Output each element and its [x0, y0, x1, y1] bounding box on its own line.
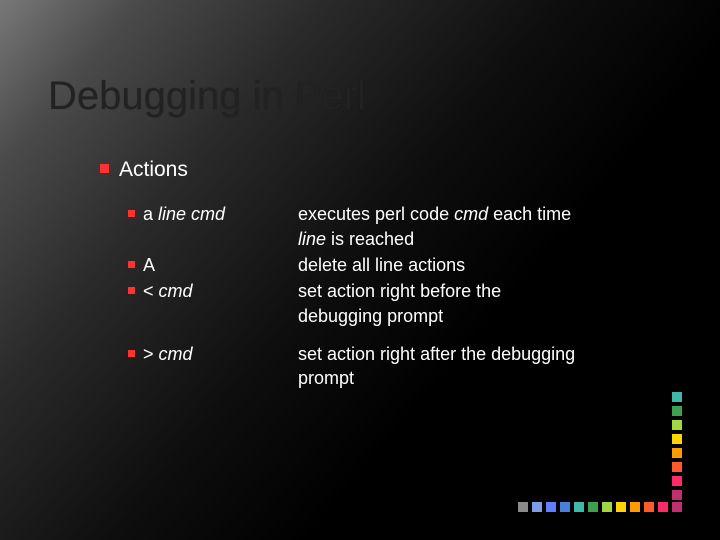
color-square-icon — [630, 502, 640, 512]
cmd-prefix: > — [143, 344, 159, 364]
command-text: a line cmd — [143, 202, 225, 226]
list-item: < cmd set action right before the debugg… — [128, 279, 588, 328]
cmd-prefix: < — [143, 281, 159, 301]
color-square-icon — [672, 420, 682, 430]
cmd-args: cmd — [159, 281, 193, 301]
command-list: a line cmd executes perl code cmd each t… — [128, 202, 588, 390]
color-square-icon — [658, 502, 668, 512]
color-square-icon — [672, 434, 682, 444]
color-square-icon — [560, 502, 570, 512]
color-square-icon — [672, 462, 682, 472]
command-description: delete all line actions — [298, 253, 465, 277]
command-description: set action right before the debugging pr… — [298, 279, 588, 328]
command-text: A — [143, 253, 155, 277]
color-square-icon — [588, 502, 598, 512]
list-item: > cmd set action right after the debuggi… — [128, 342, 588, 391]
color-square-icon — [546, 502, 556, 512]
decorative-squares-vertical — [672, 392, 682, 500]
color-square-icon — [672, 448, 682, 458]
section-actions: Actions — [100, 156, 588, 184]
slide-content: Actions a line cmd executes perl code cm… — [100, 156, 588, 392]
color-square-icon — [602, 502, 612, 512]
command-description: set action right after the debugging pro… — [298, 342, 588, 391]
bullet-icon — [128, 261, 135, 268]
color-square-icon — [532, 502, 542, 512]
bullet-icon — [128, 210, 135, 217]
cmd-prefix: a — [143, 204, 158, 224]
slide-title: Debugging in Perl — [48, 74, 366, 119]
color-square-icon — [644, 502, 654, 512]
bullet-icon — [128, 350, 135, 357]
color-square-icon — [518, 502, 528, 512]
list-item: A delete all line actions — [128, 253, 588, 277]
command-text: > cmd — [143, 342, 193, 366]
color-square-icon — [672, 406, 682, 416]
color-square-icon — [672, 502, 682, 512]
decorative-squares-horizontal — [518, 502, 682, 512]
command-text: < cmd — [143, 279, 193, 303]
list-item: a line cmd executes perl code cmd each t… — [128, 202, 588, 251]
color-square-icon — [616, 502, 626, 512]
section-label: Actions — [119, 156, 188, 184]
color-square-icon — [574, 502, 584, 512]
cmd-args: line cmd — [158, 204, 225, 224]
cmd-prefix: A — [143, 255, 155, 275]
command-description: executes perl code cmd each time line is… — [298, 202, 588, 251]
cmd-args: cmd — [159, 344, 193, 364]
color-square-icon — [672, 476, 682, 486]
color-square-icon — [672, 490, 682, 500]
bullet-icon — [128, 287, 135, 294]
bullet-icon — [100, 164, 109, 173]
color-square-icon — [672, 392, 682, 402]
